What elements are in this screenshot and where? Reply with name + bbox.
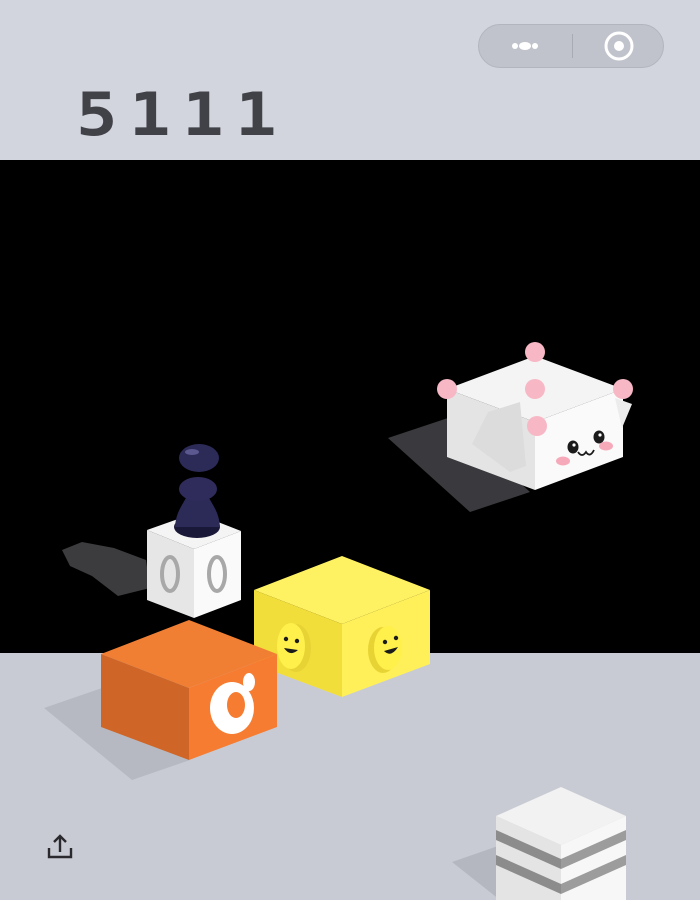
mini-program-capsule [478, 24, 664, 68]
yellow-block [254, 556, 430, 697]
pink-dot [613, 379, 633, 399]
share-upload-icon [47, 834, 73, 859]
score-counter: 5111 [76, 80, 289, 150]
more-button[interactable] [479, 25, 571, 67]
player-head [179, 444, 219, 472]
player-neck [179, 477, 217, 501]
player-shadow [62, 542, 150, 596]
orange-block [44, 620, 277, 780]
player-highlight [185, 449, 199, 455]
game-stage[interactable]: 5111 [0, 0, 700, 900]
cat-block [388, 342, 633, 512]
close-button[interactable] [574, 25, 664, 67]
pink-dot [525, 342, 545, 362]
share-button[interactable] [40, 828, 80, 868]
more-dots-icon [512, 42, 538, 50]
pink-dot [527, 416, 547, 436]
pink-dot [525, 379, 545, 399]
striped-block [452, 787, 626, 900]
capsule-divider [572, 34, 573, 58]
pink-dot [437, 379, 457, 399]
player-piece [174, 444, 220, 538]
target-circle-icon [604, 31, 634, 61]
